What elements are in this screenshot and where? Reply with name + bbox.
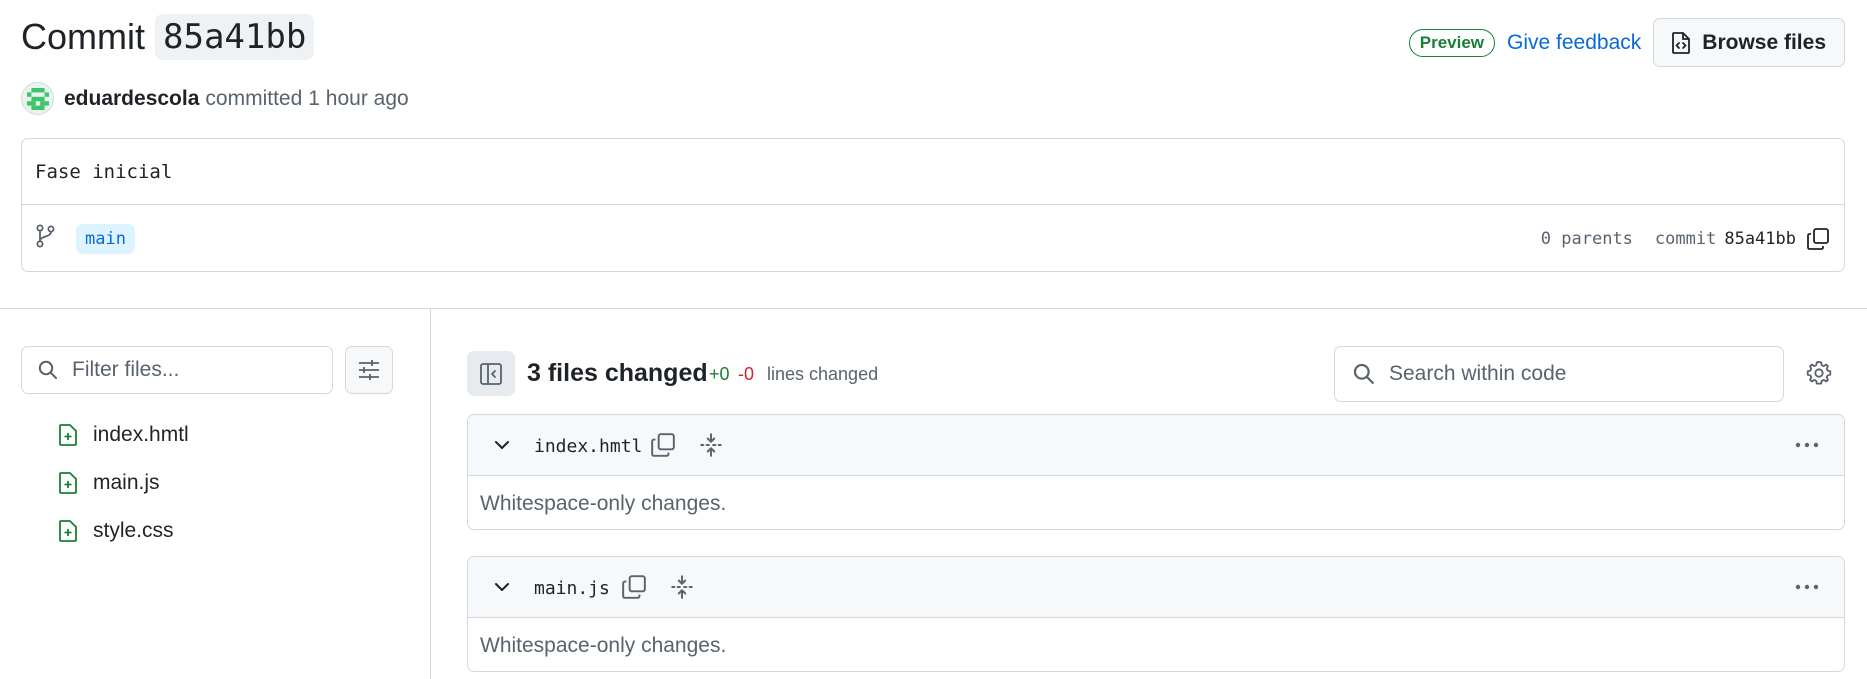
kebab-horizontal-icon[interactable]: [1794, 577, 1820, 597]
sidebar-toggle-icon: [480, 362, 502, 385]
commit-box-divider: [22, 204, 1844, 205]
file-diff-body: Whitespace-only changes.: [480, 492, 727, 515]
section-divider: [0, 308, 1867, 309]
copy-icon[interactable]: [1806, 227, 1830, 251]
commit-sha: 85a41bb: [1724, 229, 1796, 249]
search-within-code-placeholder: Search within code: [1389, 362, 1567, 385]
unfold-icon[interactable]: [698, 432, 724, 458]
gear-icon[interactable]: [1806, 360, 1832, 386]
tree-item-main-js[interactable]: main.js: [58, 459, 189, 507]
copy-icon[interactable]: [621, 574, 647, 600]
filter-files-input[interactable]: Filter files...: [21, 346, 333, 394]
sidebar-toggle-button[interactable]: [467, 351, 515, 396]
file-added-icon: [59, 424, 77, 446]
commit-time: 1 hour ago: [308, 86, 409, 110]
page-title-sha: 85a41bb: [155, 14, 315, 60]
files-changed-count: 3 files changed: [527, 359, 708, 387]
commit-message-box: Fase inicial main 0 parents commit 85a41…: [21, 138, 1845, 272]
file-diff-body: Whitespace-only changes.: [480, 634, 727, 657]
search-icon: [1353, 363, 1374, 384]
sliders-icon: [359, 360, 379, 380]
deletions-count: -0: [738, 364, 755, 384]
file-added-icon: [59, 472, 77, 494]
parents-count: 0 parents: [1540, 229, 1633, 249]
author-row: eduardescola committed 1 hour ago: [21, 82, 409, 115]
commit-meta: 0 parents commit 85a41bb: [1541, 227, 1830, 251]
lines-changed-label: lines changed: [767, 364, 879, 384]
give-feedback-link[interactable]: Give feedback: [1507, 31, 1641, 55]
chevron-down-icon[interactable]: [492, 435, 512, 455]
file-added-icon: [59, 520, 77, 542]
tree-item-label: index.hmtl: [93, 423, 189, 446]
file-tree: index.hmtl main.js style.css: [58, 411, 189, 555]
tree-item-label: main.js: [93, 471, 160, 494]
avatar[interactable]: [21, 82, 54, 115]
chevron-down-icon[interactable]: [492, 577, 512, 597]
author-name[interactable]: eduardescola: [64, 87, 199, 111]
identicon-icon: [26, 87, 49, 110]
search-icon: [38, 360, 57, 379]
filter-settings-button[interactable]: [345, 346, 393, 394]
copy-icon[interactable]: [650, 432, 676, 458]
tree-item-style-css[interactable]: style.css: [58, 507, 189, 555]
commit-label: commit: [1654, 229, 1717, 249]
file-diff-name[interactable]: index.hmtl: [534, 436, 642, 457]
unfold-icon[interactable]: [669, 574, 695, 600]
file-diff-name[interactable]: main.js: [534, 578, 610, 599]
file-diff-card: index.hmtl Whitespace-only changes.: [467, 414, 1845, 530]
commit-action: committed: [205, 86, 303, 110]
browse-files-button[interactable]: Browse files: [1653, 18, 1845, 67]
page-title: Commit 85a41bb: [21, 14, 315, 60]
commit-message: Fase inicial: [35, 161, 173, 183]
file-code-icon: [1672, 31, 1691, 54]
file-diff-card: main.js Whitespace-only changes.: [467, 556, 1845, 672]
search-within-code-input[interactable]: Search within code: [1334, 346, 1784, 402]
browse-files-label: Browse files: [1702, 30, 1826, 54]
file-diff-header: main.js: [468, 557, 1844, 618]
file-diff-header: index.hmtl: [468, 415, 1844, 476]
tree-item-index-hmtl[interactable]: index.hmtl: [58, 411, 189, 459]
kebab-horizontal-icon[interactable]: [1794, 435, 1820, 455]
git-branch-icon: [36, 224, 55, 248]
filter-files-placeholder: Filter files...: [72, 358, 180, 381]
preview-badge: Preview: [1408, 28, 1496, 57]
additions-count: +0: [709, 364, 730, 384]
header-actions: Preview Give feedback Browse files: [1408, 18, 1845, 67]
tree-item-label: style.css: [93, 519, 174, 542]
branch-chip[interactable]: main: [76, 224, 135, 254]
pane-divider[interactable]: [430, 309, 431, 679]
page-title-word: Commit: [21, 16, 145, 57]
